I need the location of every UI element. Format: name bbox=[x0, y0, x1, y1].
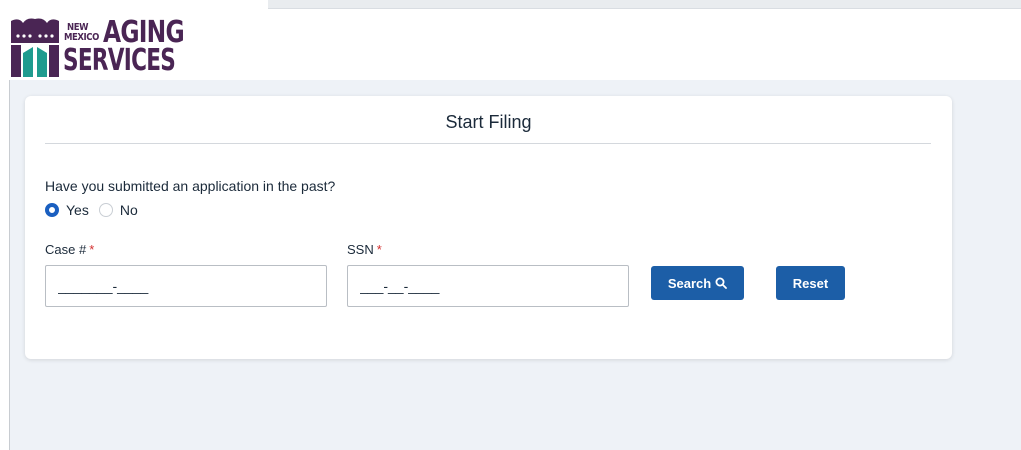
radio-yes-label: Yes bbox=[66, 202, 89, 218]
page: NEW MEXICO AGING SERVICES Start Filing H… bbox=[0, 0, 1021, 450]
divider bbox=[45, 143, 931, 144]
logo-text: NEW MEXICO AGING SERVICES bbox=[63, 15, 185, 79]
card-title: Start Filing bbox=[445, 112, 532, 132]
radio-no-circle[interactable] bbox=[98, 203, 113, 217]
building-icon bbox=[11, 18, 59, 77]
start-filing-card: Start Filing Have you submitted an appli… bbox=[25, 96, 952, 359]
reset-button[interactable]: Reset bbox=[776, 266, 845, 300]
ssn-input[interactable] bbox=[347, 265, 629, 307]
case-number-label-text: Case # bbox=[45, 242, 87, 257]
past-application-question: Have you submitted an application in the… bbox=[45, 178, 336, 194]
search-button-label: Search bbox=[667, 275, 712, 291]
radio-yes[interactable]: Yes bbox=[45, 202, 89, 218]
logo-services: SERVICES bbox=[63, 43, 176, 78]
past-application-radio-group: Yes No bbox=[45, 202, 148, 218]
radio-yes-circle[interactable] bbox=[45, 203, 59, 217]
header: NEW MEXICO AGING SERVICES bbox=[0, 9, 1021, 80]
ssn-label: SSN * bbox=[347, 242, 382, 257]
top-strip bbox=[268, 0, 1021, 9]
required-mark: * bbox=[376, 242, 382, 257]
radio-no[interactable]: No bbox=[98, 202, 138, 218]
required-mark: * bbox=[89, 242, 95, 257]
search-button[interactable]: Search bbox=[651, 266, 744, 300]
radio-no-label: No bbox=[119, 202, 138, 218]
search-icon bbox=[715, 277, 728, 289]
nm-aging-services-logo[interactable]: NEW MEXICO AGING SERVICES bbox=[9, 15, 185, 79]
case-number-input[interactable] bbox=[45, 265, 327, 307]
ssn-label-text: SSN bbox=[347, 242, 374, 257]
logo-mexico: MEXICO bbox=[64, 32, 99, 43]
case-number-label: Case # * bbox=[45, 242, 94, 257]
